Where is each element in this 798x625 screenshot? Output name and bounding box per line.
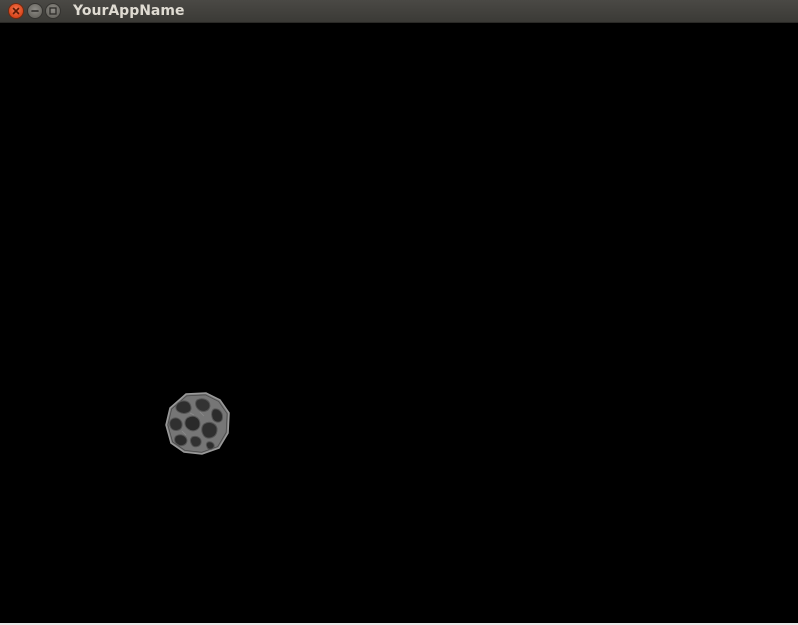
asteroid bbox=[165, 392, 230, 455]
window-title: YourAppName bbox=[73, 3, 185, 19]
maximize-icon bbox=[49, 7, 57, 15]
app-window: YourAppName bbox=[0, 0, 798, 625]
minimize-icon bbox=[31, 10, 39, 12]
minimize-button[interactable] bbox=[27, 3, 43, 19]
close-button[interactable] bbox=[8, 3, 24, 19]
game-canvas[interactable] bbox=[0, 23, 798, 623]
title-bar[interactable]: YourAppName bbox=[0, 0, 798, 23]
maximize-button[interactable] bbox=[45, 3, 61, 19]
close-icon bbox=[12, 7, 20, 15]
